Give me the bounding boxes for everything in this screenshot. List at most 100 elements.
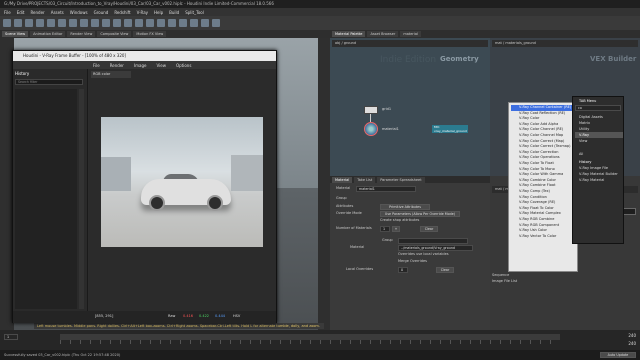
param-clear-button[interactable]: Clear [420,226,438,232]
viewport-right-toolbar[interactable] [318,38,330,330]
menu-vray[interactable]: V-Ray [137,10,148,15]
sphere-tool-icon[interactable] [14,19,22,27]
point-light-tool-icon[interactable] [146,19,154,27]
tab-animation-editor[interactable]: Animation Editor [30,31,66,37]
menu-render[interactable]: Render [30,10,44,15]
network-path[interactable]: obj / ground [332,40,488,47]
circle-tool-icon[interactable] [80,19,88,27]
background-building [101,157,131,191]
history-list[interactable] [15,89,77,309]
spray-paint-tool-icon[interactable] [124,19,132,27]
tab-menu-item[interactable]: V-Ray Vector To Color [511,234,556,240]
path-tool-icon[interactable] [113,19,121,27]
channel-select[interactable]: RGB color [91,71,131,78]
tab-parameter-spreadsheet[interactable]: Parameter Spreadsheet [377,176,425,183]
tab-menu-search-input[interactable]: co [575,105,621,111]
hsv-select[interactable]: HSV [233,314,240,318]
tab-material-palette[interactable]: Material Palette [332,31,366,37]
node-material[interactable] [364,122,378,136]
viewport-hint-message: Left mouse tumbles. Middle pans. Right d… [34,323,324,329]
node-material-label: material1 [382,127,399,131]
tab-menu-title: TAB Menu [579,99,597,103]
param-override-label: Override Mode [336,211,362,215]
node-grid[interactable] [364,106,378,114]
param-local-overrides-field[interactable]: 0 [398,267,408,273]
tab-asset-browser[interactable]: Asset Browser [367,31,399,37]
line-tool-icon[interactable] [69,19,77,27]
history-item-material[interactable]: V-Ray Material [575,177,604,183]
category-view[interactable]: View [575,138,587,144]
main-menubar: File Edit Render Assets Windows Ground R… [0,8,640,16]
car-rear-wheel [207,195,223,211]
menu-build[interactable]: Build [169,10,179,15]
area-light-tool-icon[interactable] [168,19,176,27]
vfb-menu-view[interactable]: View [156,63,166,68]
rendered-image [101,117,263,247]
tube-tool-icon[interactable] [25,19,33,27]
vfb-menu-file[interactable]: File [93,63,100,68]
menu-help[interactable]: Help [154,10,163,15]
box-tool-icon[interactable] [3,19,11,27]
param-create-shop[interactable]: Create shop attributes [380,218,419,224]
vex-network-path[interactable]: mat / materials_ground [492,40,638,47]
curve-tool-icon[interactable] [91,19,99,27]
param-local-clear-button[interactable]: Clear [436,267,454,273]
vray-frame-buffer-window[interactable]: Houdini - V-Ray Frame Buffer - [100% of … [12,50,277,323]
menu-redshift[interactable]: Redshift [114,10,130,15]
history-scrollbar[interactable] [79,89,84,309]
vfb-menu-render[interactable]: Render [110,63,124,68]
grid-tool-icon[interactable] [47,19,55,27]
param-attribute-select[interactable]: Primitive Attributes [380,204,430,210]
param-node-name[interactable]: material1 [356,186,416,192]
right-pane-tabs: Material Palette Asset Browser material [330,30,640,38]
geometry-light-tool-icon[interactable] [179,19,187,27]
torus-tool-icon[interactable] [36,19,44,27]
param-group-label: Group [336,196,347,200]
category-all[interactable]: All [575,151,583,157]
tab-composite-view[interactable]: Composite View [97,31,132,37]
environment-light-tool-icon[interactable] [201,19,209,27]
tab-material-params[interactable]: Material [332,176,353,183]
menu-split-tool[interactable]: Split_Tool [185,10,204,15]
auto-update-button[interactable]: Auto Update [600,352,636,358]
parameter-pane-tabs: Material Take List Parameter Spreadsheet [330,176,490,183]
menu-edit[interactable]: Edit [17,10,25,15]
list-item-image-file-list[interactable]: Image File List [492,278,517,284]
timeline-start-field[interactable]: 1 [4,334,18,340]
menu-windows[interactable]: Windows [70,10,88,15]
param-number-field[interactable]: 1 [380,226,390,232]
camera-tool-icon[interactable] [135,19,143,27]
null-tool-icon[interactable] [58,19,66,27]
sky-light-tool-icon[interactable] [212,19,220,27]
tab-scene-view[interactable]: Scene View [2,31,29,37]
tab-motion-fx-view[interactable]: Motion FX View [133,31,167,37]
tab-menu-categories[interactable]: TAB Menu co Digital Assets Matrix Utilit… [572,96,624,244]
param-material-field[interactable]: ../materials_ground/Vray_ground [398,245,473,251]
left-pane-tabs: Scene View Animation Editor Render View … [0,30,330,38]
tab-menu-node-list[interactable]: V-Ray Channel Container (RE) V-Ray Coat R… [508,102,578,272]
vfb-image-area[interactable]: RGB color [89,69,276,323]
tab-render-view[interactable]: Render View [67,31,96,37]
tab-take-list[interactable]: Take List [354,176,376,183]
menu-file[interactable]: File [4,10,11,15]
spot-light-tool-icon[interactable] [157,19,165,27]
param-merge-overrides[interactable]: Merge Overrides [398,259,427,265]
param-override-select[interactable]: Use Parameters (Allow Per Override Mode) [380,211,460,217]
history-search-input[interactable]: Search filter [15,79,83,85]
context-label-vex: VEX Builder [590,55,637,63]
draw-curve-tool-icon[interactable] [102,19,110,27]
param-material-group-field[interactable] [398,238,468,244]
tab-material[interactable]: material [400,31,421,37]
param-overrides-local[interactable]: Overrides use local variables [398,252,449,258]
node-grid-label: grid1 [382,107,392,111]
menu-ground[interactable]: Ground [94,10,109,15]
distant-light-tool-icon[interactable] [190,19,198,27]
vfb-menu-image[interactable]: Image [134,63,147,68]
menu-assets[interactable]: Assets [51,10,64,15]
end-frame-field-2[interactable]: 240 [566,340,636,348]
end-frame-field[interactable]: 240 [566,332,636,340]
vfb-menu-options[interactable]: Options [176,63,191,68]
raw-value-g: 0.422 [199,314,210,318]
background-building [231,155,263,191]
param-add-button[interactable]: + [392,226,400,232]
